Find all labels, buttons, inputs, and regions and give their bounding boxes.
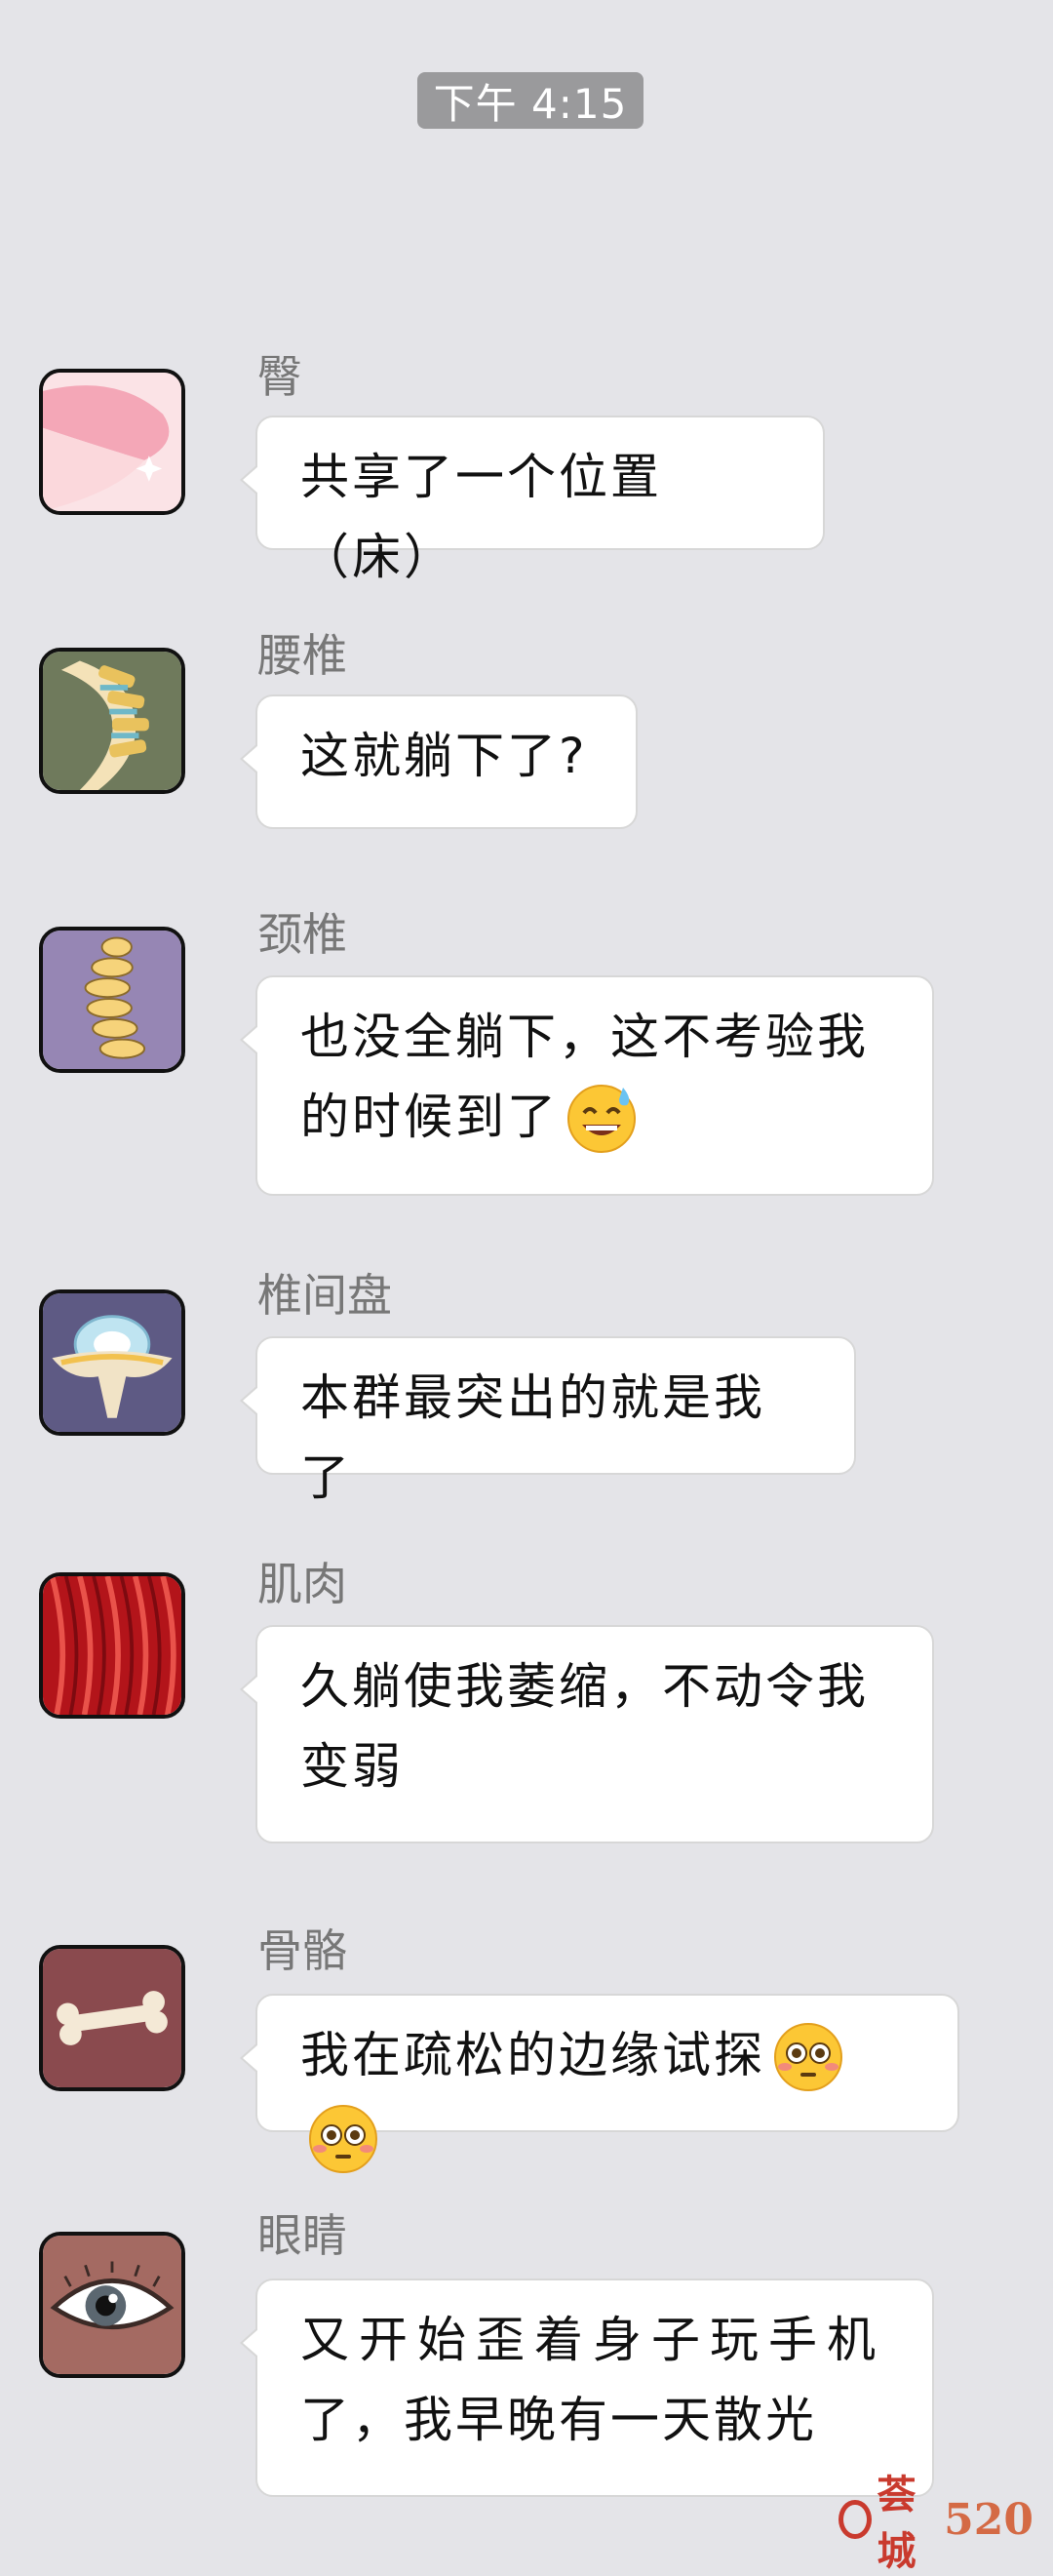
hip-avatar-icon [43,373,181,511]
sender-name: 眼睛 [257,2209,347,2262]
muscle-fiber-icon [43,1576,181,1715]
sender-name: 骨骼 [257,1924,347,1977]
watermark-logo-icon [838,2500,872,2539]
site-watermark: 荟城 520 [838,2473,1034,2574]
message-bubble[interactable]: 也没全躺下，这不考验我 的时候到了 [240,975,934,1196]
watermark-number: 520 [944,2494,1034,2545]
message-bubble[interactable]: 久躺使我萎缩，不动令我 变弱 [240,1625,934,1843]
eye-icon [43,2236,181,2374]
message-bubble[interactable]: 又开始歪着身子玩手机 了，我早晚有一天散光 [240,2279,934,2497]
timestamp-pill: 下午 4:15 [417,72,644,129]
message-text: 本群最突出的就是我了 [300,1369,765,1506]
avatar-lumbar[interactable] [39,648,185,794]
avatar-muscle[interactable] [39,1572,185,1719]
flushed-face-emoji-icon [769,2016,847,2094]
avatar-bone[interactable] [39,1945,185,2091]
sender-name: 颈椎 [257,908,347,961]
avatar-hip[interactable] [39,369,185,515]
message-bubble[interactable]: 共享了一个位置（床） [240,416,825,585]
message-text-line: 的时候到了 [300,1089,559,1145]
message-text: 共享了一个位置（床） [300,449,662,585]
avatar-disc[interactable] [39,1289,185,1436]
message-bubble[interactable]: 我在疏松的边缘试探 [240,1994,959,2173]
watermark-brand: 荟城 [877,2473,916,2574]
sender-name: 臀 [257,350,302,403]
message-text-line: 变弱 [300,1738,404,1795]
cervical-spine-icon [43,931,181,1069]
message-text: 我在疏松的边缘试探 [300,2027,765,2083]
sender-name: 肌肉 [257,1558,347,1610]
sender-name: 椎间盘 [257,1269,392,1322]
message-text-line: 了，我早晚有一天散光 [300,2392,817,2448]
message-bubble[interactable]: 这就躺下了? [240,694,638,829]
sweat-smile-emoji-icon [563,1078,641,1156]
message-text: 这就躺下了? [300,728,588,784]
flushed-face-emoji-icon [304,2098,382,2176]
sender-name: 腰椎 [257,629,347,682]
bone-icon [43,1949,181,2087]
message-text-line: 又开始歪着身子玩手机 [300,2312,885,2368]
lumbar-spine-icon [43,652,181,790]
spinal-disc-icon [43,1293,181,1432]
message-text-line: 也没全躺下，这不考验我 [300,1009,869,1065]
avatar-eye[interactable] [39,2232,185,2378]
message-bubble[interactable]: 本群最突出的就是我了 [240,1336,856,1506]
avatar-cervical[interactable] [39,927,185,1073]
message-text-line: 久躺使我萎缩，不动令我 [300,1658,869,1715]
